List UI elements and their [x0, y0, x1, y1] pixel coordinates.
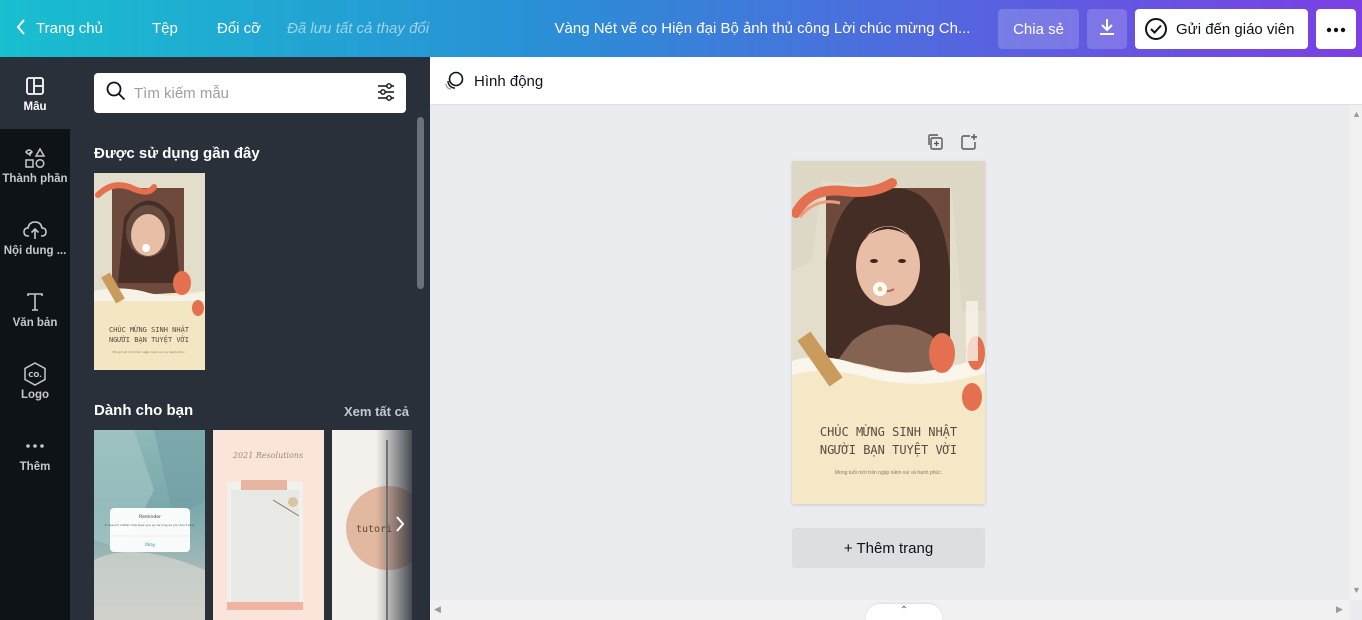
sidebar-item-label: Logo	[20, 388, 50, 401]
resize-button[interactable]: Đổi cỡ	[217, 0, 261, 57]
template-icon	[25, 74, 45, 98]
download-button[interactable]	[1087, 9, 1127, 49]
for-you-template-2[interactable]: 2021 Resolutions	[213, 430, 324, 620]
carousel-next-button[interactable]	[388, 514, 412, 538]
scroll-left-icon[interactable]: ◀	[434, 604, 441, 615]
sidebar-item-logo[interactable]: CO. Logo	[0, 345, 70, 417]
fy1-title: Reminder	[139, 514, 161, 520]
sidebar-item-label: Thành phần	[2, 172, 68, 185]
add-page-icon[interactable]	[960, 133, 978, 156]
sidebar-item-templates[interactable]: Mẫu	[0, 57, 70, 129]
sidebar-item-more[interactable]: Thêm	[0, 417, 70, 489]
svg-text:CO.: CO.	[28, 371, 42, 379]
elements-icon	[24, 146, 46, 170]
logo-icon: CO.	[24, 361, 46, 386]
page-tools	[926, 133, 978, 156]
thumb-small-text: Mong tuổi mới tràn ngập niềm vui và hạnh…	[112, 349, 185, 354]
share-button[interactable]: Chia sẻ	[998, 9, 1079, 49]
recent-section-title: Được sử dụng gần đây	[94, 145, 260, 162]
chevron-up-icon: ⌃	[899, 605, 909, 616]
fy1-ok: Okay	[145, 542, 156, 547]
template-preview-image: CHÚC MỪNG SINH NHẬT NGƯỜI BẠN TUYỆT VỜI …	[94, 173, 205, 370]
templates-panel: Được sử dụng gần đây CHÚC MỪNG SINH NHẬT…	[70, 57, 430, 620]
page-panel-toggle[interactable]: ⌃	[866, 604, 942, 620]
home-label: Trang chủ	[36, 20, 103, 37]
chevron-right-icon	[395, 515, 405, 537]
sidebar-item-elements[interactable]: Thành phần	[0, 129, 70, 201]
more-dots-icon	[1326, 20, 1346, 38]
send-to-teacher-label: Gửi đến giáo viên	[1176, 20, 1295, 38]
sidebar-item-label: Văn bản	[12, 316, 58, 329]
more-dots-icon	[25, 434, 45, 458]
scroll-right-icon[interactable]: ▶	[1336, 604, 1343, 615]
file-menu-button[interactable]: Tệp	[152, 0, 178, 57]
scroll-up-icon[interactable]: ▲	[1352, 109, 1361, 119]
panel-scrollbar[interactable]	[417, 117, 424, 289]
template-search[interactable]	[94, 73, 406, 113]
search-input[interactable]	[134, 84, 359, 102]
download-icon	[1097, 17, 1117, 42]
sidebar-item-label: Thêm	[19, 460, 51, 473]
see-all-link[interactable]: Xem tất cả	[344, 404, 409, 419]
design-line-2: NGƯỜI BẠN TUYỆT VỜI	[819, 443, 958, 457]
design-line-1: CHÚC MỪNG SINH NHẬT	[819, 425, 958, 439]
top-bar: Trang chủ Tệp Đổi cỡ Đã lưu tất cả thay …	[0, 0, 1362, 57]
sidebar-item-uploads[interactable]: Nội dung ...	[0, 201, 70, 273]
duplicate-page-icon[interactable]	[926, 133, 944, 156]
text-icon	[26, 290, 44, 314]
for-you-section-title: Dành cho bạn	[94, 402, 194, 419]
add-page-button[interactable]: + Thêm trang	[792, 528, 985, 568]
send-to-teacher-button[interactable]: Gửi đến giáo viên	[1135, 9, 1308, 49]
editor-toolbar: Hình động	[430, 57, 1362, 105]
template-preview-image: 2021 Resolutions	[227, 451, 303, 610]
scroll-down-icon[interactable]: ▼	[1352, 585, 1361, 595]
for-you-template-1[interactable]: Reminder It doesn't matter how slow you …	[94, 430, 205, 620]
thumb-line1: CHÚC MỪNG SINH NHẬT	[109, 325, 190, 334]
animate-label: Hình động	[474, 72, 544, 90]
sidebar-item-label: Nội dung ...	[3, 244, 67, 257]
check-circle-icon	[1145, 18, 1167, 40]
search-icon	[106, 81, 126, 106]
home-button[interactable]: Trang chủ	[16, 0, 103, 57]
sidebar-item-text[interactable]: Văn bản	[0, 273, 70, 345]
upload-cloud-icon	[23, 218, 47, 242]
save-status: Đã lưu tất cả thay đổi	[287, 20, 430, 37]
fy2-title: 2021 Resolutions	[232, 451, 303, 460]
design-page[interactable]: CHÚC MỪNG SINH NHẬT NGƯỜI BẠN TUYỆT VỜI …	[792, 161, 985, 504]
animate-button[interactable]: Hình động	[444, 68, 543, 94]
sidebar-item-label: Mẫu	[23, 100, 47, 113]
more-options-button[interactable]	[1316, 9, 1356, 49]
recent-template-thumbnail[interactable]: CHÚC MỪNG SINH NHẬT NGƯỜI BẠN TUYỆT VỜI …	[94, 173, 205, 370]
filter-icon[interactable]	[376, 82, 396, 107]
side-rail: Mẫu Thành phần Nội dung ... Văn bản CO. …	[0, 57, 70, 620]
design-small-text: Mong tuổi mới tràn ngập niềm vui và hạnh…	[834, 470, 943, 476]
fy1-body: It doesn't matter how slow you go as lon…	[105, 523, 196, 527]
vertical-scrollbar[interactable]: ▲ ▼	[1350, 105, 1362, 600]
animate-icon	[444, 71, 464, 91]
chevron-left-icon	[16, 18, 26, 39]
document-title[interactable]: Vàng Nét vẽ cọ Hiện đại Bộ ảnh thủ công …	[540, 0, 985, 57]
thumb-line2: NGƯỜI BẠN TUYỆT VỜI	[109, 335, 189, 344]
template-preview-image: Reminder It doesn't matter how slow you …	[94, 430, 205, 620]
